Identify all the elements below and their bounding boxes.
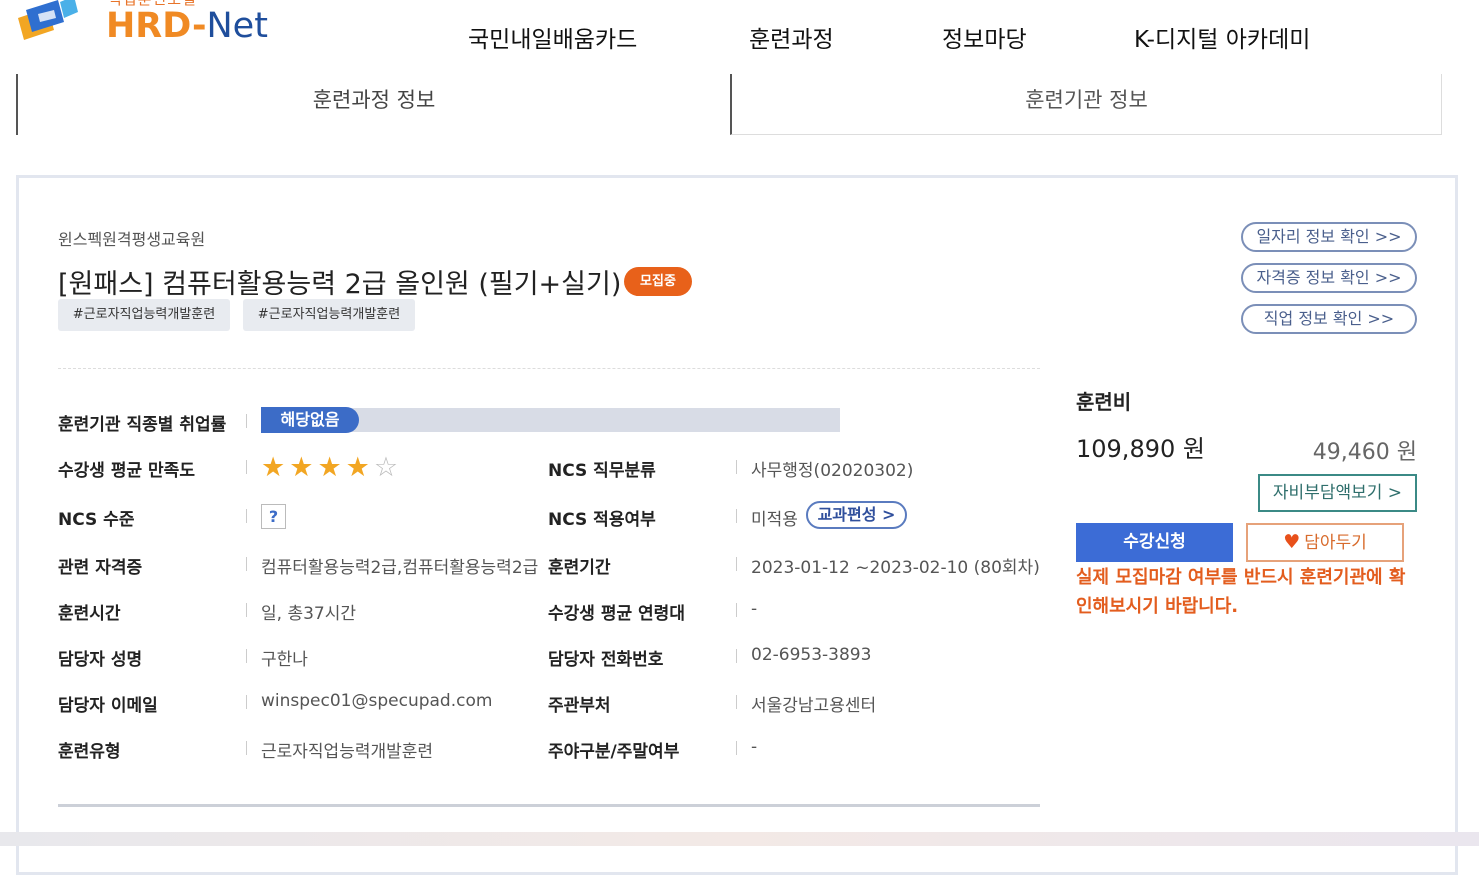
nav-item-courses[interactable]: 훈련과정 bbox=[749, 20, 834, 54]
dept-label: 주관부처 bbox=[548, 696, 611, 716]
wishlist-button[interactable]: ♥ 담아두기 bbox=[1246, 523, 1404, 562]
site-logo[interactable]: 직업훈련포털 HRD-Net bbox=[14, 0, 274, 54]
daynight-label: 주야구분/주말여부 bbox=[548, 742, 680, 762]
daynight-value: - bbox=[751, 737, 758, 757]
ncs-class-label: NCS 직무분류 bbox=[548, 461, 656, 481]
nav-item-info[interactable]: 정보마당 bbox=[942, 20, 1027, 54]
institution-name: 윈스펙원격평생교육원 bbox=[58, 230, 206, 249]
separator bbox=[246, 695, 247, 709]
job-info-button[interactable]: 일자리 정보 확인 >> bbox=[1241, 222, 1417, 252]
manager-value: 구한나 bbox=[261, 650, 308, 670]
status-badge: 모집중 bbox=[624, 267, 692, 296]
cert-label: 관련 자격증 bbox=[58, 558, 143, 578]
email-label: 담당자 이메일 bbox=[58, 696, 158, 716]
hours-label: 훈련시간 bbox=[58, 604, 121, 624]
separator bbox=[246, 603, 247, 617]
employment-rate-label: 훈련기관 직종별 취업률 bbox=[58, 415, 227, 435]
dept-value: 서울강남고용센터 bbox=[751, 696, 877, 716]
period-label: 훈련기간 bbox=[548, 558, 611, 578]
ncs-apply-label: NCS 적용여부 bbox=[548, 510, 656, 530]
site-header: 직업훈련포털 HRD-Net 국민내일배움카드 훈련과정 정보마당 K-디지털 … bbox=[0, 0, 1479, 74]
separator bbox=[736, 557, 737, 571]
star-empty-icon: ☆ bbox=[373, 452, 403, 483]
wishlist-label: 담아두기 bbox=[1304, 533, 1367, 553]
help-icon[interactable]: ? bbox=[261, 504, 286, 529]
occupation-info-button[interactable]: 직업 정보 확인 >> bbox=[1241, 304, 1417, 334]
separator bbox=[736, 603, 737, 617]
fee-self-pay: 49,460 원 bbox=[1312, 440, 1417, 465]
age-value: - bbox=[751, 599, 758, 619]
separator bbox=[736, 460, 737, 474]
course-title: [원패스] 컴퓨터활용능력 2급 올인원 (필기+실기) bbox=[58, 269, 622, 300]
separator bbox=[736, 695, 737, 709]
type-label: 훈련유형 bbox=[58, 742, 121, 762]
ncs-apply-value: 미적용 bbox=[751, 510, 798, 530]
cert-info-button[interactable]: 자격증 정보 확인 >> bbox=[1241, 263, 1417, 293]
cert-value: 컴퓨터활용능력2급,컴퓨터활용능력2급 bbox=[261, 558, 539, 578]
ncs-level-label: NCS 수준 bbox=[58, 510, 135, 530]
separator bbox=[246, 509, 247, 523]
separator bbox=[736, 741, 737, 755]
apply-button[interactable]: 수강신청 bbox=[1076, 523, 1233, 562]
separator bbox=[246, 649, 247, 663]
star-filled-icon: ★ bbox=[345, 452, 374, 483]
ncs-class-value: 사무행정(02020302) bbox=[751, 461, 914, 481]
logo-mark-icon bbox=[18, 0, 78, 40]
separator bbox=[736, 649, 737, 663]
separator bbox=[246, 557, 247, 571]
logo-text: HRD-Net bbox=[106, 6, 268, 46]
separator bbox=[246, 460, 247, 474]
recruit-notice: 실제 모집마감 여부를 반드시 훈련기관에 확인해보시기 바랍니다. bbox=[1076, 567, 1406, 617]
fee-label: 훈련비 bbox=[1076, 390, 1132, 414]
email-value[interactable]: winspec01@specupad.com bbox=[261, 691, 492, 711]
period-value: 2023-01-12 ~2023-02-10 (80회차) bbox=[751, 558, 1040, 578]
hashtag[interactable]: #근로자직업능력개발훈련 bbox=[58, 299, 230, 331]
star-filled-icon: ★ bbox=[317, 452, 346, 483]
heart-icon: ♥ bbox=[1283, 531, 1301, 553]
satisfaction-rating: ★★★★☆ bbox=[261, 452, 402, 483]
tab-course-info[interactable]: 훈련과정 정보 bbox=[16, 74, 730, 135]
self-pay-button[interactable]: 자비부담액보기 > bbox=[1258, 474, 1417, 512]
star-filled-icon: ★ bbox=[289, 452, 318, 483]
phone-label: 담당자 전화번호 bbox=[548, 650, 664, 670]
hashtag[interactable]: #근로자직업능력개발훈련 bbox=[243, 299, 415, 331]
detail-tabs: 훈련과정 정보 훈련기관 정보 bbox=[16, 74, 1442, 135]
divider bbox=[58, 804, 1040, 807]
manager-label: 담당자 성명 bbox=[58, 650, 143, 670]
nav-item-learning-card[interactable]: 국민내일배움카드 bbox=[468, 20, 637, 54]
type-value: 근로자직업능력개발훈련 bbox=[261, 742, 434, 762]
tab-institution-info[interactable]: 훈련기관 정보 bbox=[730, 74, 1442, 135]
separator bbox=[736, 509, 737, 523]
page-bottom-edge bbox=[0, 832, 1479, 846]
phone-value: 02-6953-3893 bbox=[751, 645, 872, 665]
hours-value: 일, 총37시간 bbox=[261, 604, 356, 624]
fee-total: 109,890 원 bbox=[1076, 435, 1205, 463]
nav-item-k-digital[interactable]: K-디지털 아카데미 bbox=[1134, 20, 1310, 54]
curriculum-button[interactable]: 교과편성 > bbox=[806, 501, 907, 529]
star-filled-icon: ★ bbox=[261, 452, 290, 483]
separator bbox=[246, 414, 247, 428]
satisfaction-label: 수강생 평균 만족도 bbox=[58, 461, 195, 481]
divider bbox=[58, 368, 1040, 369]
age-label: 수강생 평균 연령대 bbox=[548, 604, 685, 624]
separator bbox=[246, 741, 247, 755]
employment-rate-value: 해당없음 bbox=[261, 407, 359, 433]
